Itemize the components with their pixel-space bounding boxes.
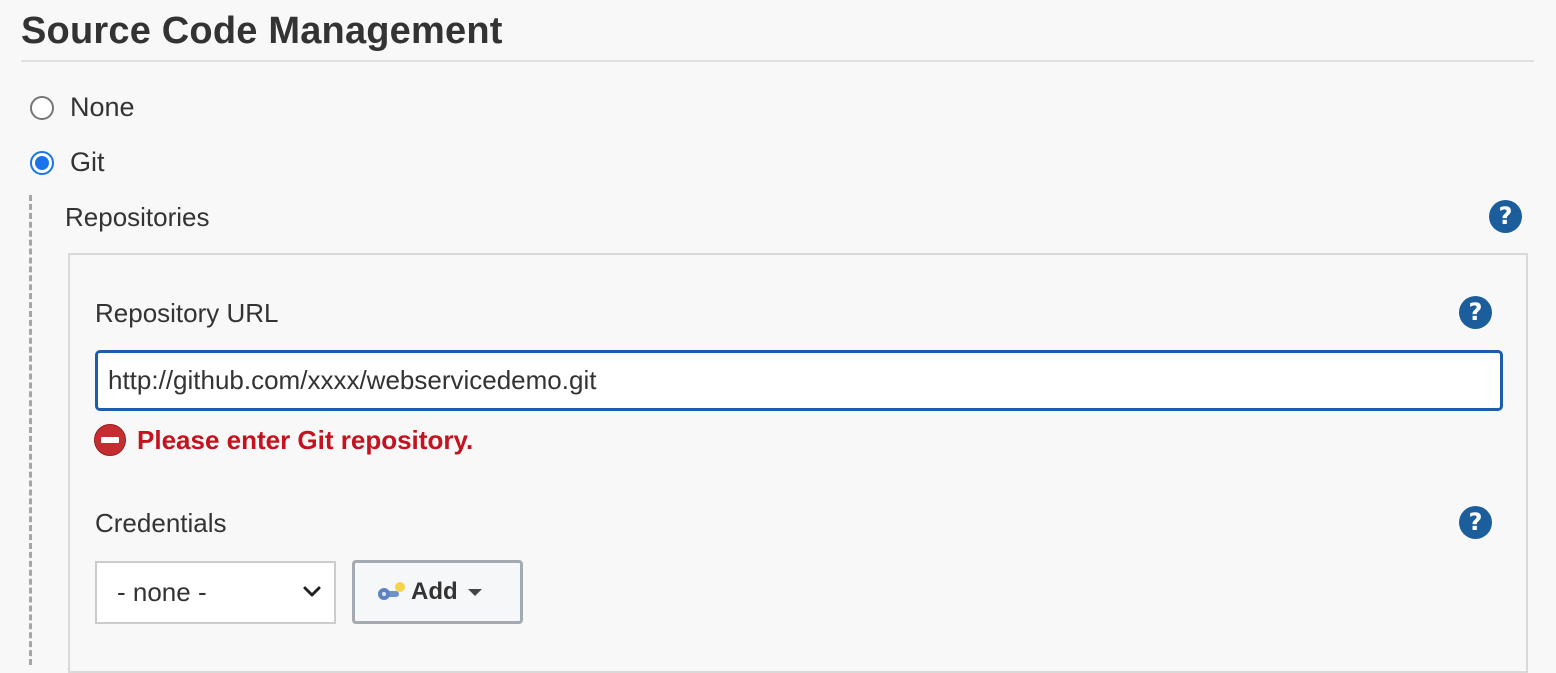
caret-down-icon	[467, 588, 482, 596]
repository-url-label: Repository URL	[95, 298, 279, 328]
section-title: Source Code Management	[21, 10, 503, 52]
credentials-label: Credentials	[95, 508, 227, 538]
add-button-label: Add	[411, 578, 458, 605]
scm-option-git[interactable]: Git	[30, 147, 105, 178]
chevron-down-icon	[303, 586, 321, 597]
add-credentials-button[interactable]: Add	[352, 560, 523, 624]
repositories-heading: Repositories	[65, 202, 210, 232]
credentials-select[interactable]: - none -	[95, 561, 336, 624]
credentials-select-value: - none -	[117, 577, 207, 607]
repository-url-input[interactable]	[95, 350, 1503, 411]
repository-url-error: Please enter Git repository.	[94, 424, 473, 456]
git-section-indent-line	[29, 195, 32, 665]
radio-git-label: Git	[70, 147, 105, 177]
radio-none[interactable]	[30, 95, 54, 120]
repository-url-help-icon[interactable]: ?	[1459, 296, 1492, 329]
error-message: Please enter Git repository.	[137, 424, 474, 455]
radio-none-label: None	[70, 92, 135, 122]
section-divider	[21, 60, 1534, 62]
key-icon	[378, 582, 405, 600]
scm-option-none[interactable]: None	[30, 92, 135, 123]
error-icon	[94, 424, 126, 456]
credentials-help-icon[interactable]: ?	[1459, 506, 1492, 539]
repositories-help-icon[interactable]: ?	[1489, 200, 1522, 233]
radio-git[interactable]	[30, 150, 54, 175]
